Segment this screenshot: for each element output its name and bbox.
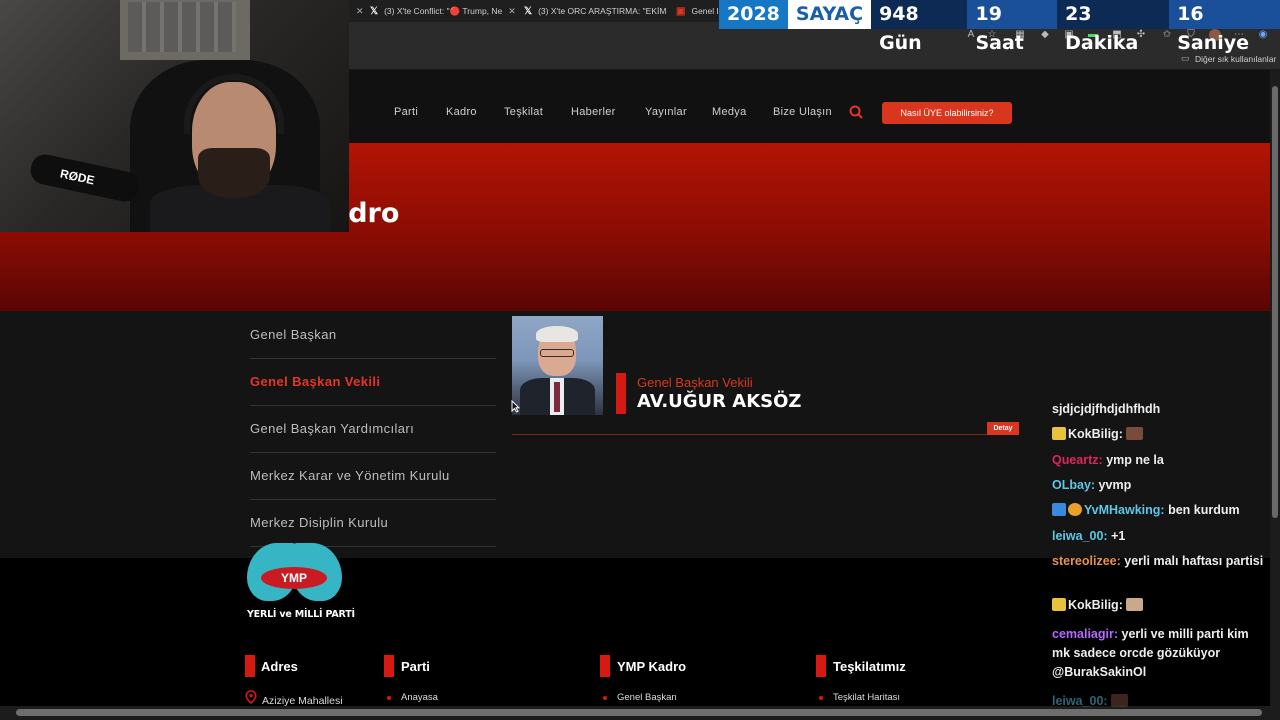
nav-item-medya[interactable]: Medya [712,106,747,118]
x-logo-icon: 𝕏 [370,5,379,17]
member-name[interactable]: AV.UĞUR AKSÖZ [637,391,802,412]
emote-icon [1126,598,1144,611]
sidebar-item-genel-baskan-vekili[interactable]: Genel Başkan Vekili [250,359,496,406]
chat-user: leiwa_00: [1052,529,1108,543]
badge-icon [1068,503,1082,516]
detail-button[interactable]: Detay [987,422,1019,435]
chat-message: leiwa_00: [1052,692,1267,711]
footer-accent-bar [600,655,610,677]
chat-text: sjdjcjdjfhdjdhfhdh [1052,402,1161,416]
footer-title-adres: Adres [261,659,298,674]
footer-accent-bar [816,655,826,677]
badge-icon [1052,503,1066,516]
chat-message: cemaliagir: yerli ve milli parti kim mk … [1052,625,1267,682]
site-favicon-icon: ▣ [676,5,686,17]
chat-user: Queartz: [1052,453,1103,467]
footer-accent-bar [245,655,255,677]
name-accent-bar [616,373,626,414]
chat-text: yvmp [1098,478,1132,492]
tab-title: (3) X'te ORC ARAŞTIRMA: "EKİM [538,6,667,16]
chat-message: YvMHawking: ben kurdum [1052,501,1267,520]
footer-title-parti: Parti [401,659,430,674]
footer-title-teskilatimiz: Teşkilatımız [833,659,906,674]
nav-item-haberler[interactable]: Haberler [571,106,616,118]
nav-item-bize-ulasin[interactable]: Bize Ulaşın [773,106,832,118]
footer-link-anayasa[interactable]: Anayasa [401,692,438,703]
tab-title: Genel B [691,6,718,16]
favorites-icon[interactable]: ✩ [1161,29,1173,41]
copilot-icon[interactable]: ◉ [1257,29,1269,41]
counter-seconds: 16 Saniye [1169,0,1280,54]
search-icon[interactable] [849,105,863,119]
member-role: Genel Başkan Vekili [637,375,753,390]
chat-text: ymp ne la [1106,453,1164,467]
tab-close-button[interactable]: ✕ [350,2,364,20]
counter-label: SAYAÇ [787,0,872,29]
chat-user: KokBilig: [1068,427,1123,441]
chat-user: OLbay: [1052,478,1096,492]
footer-title-ymp-kadro: YMP Kadro [617,659,687,674]
counter-hours: 19 Saat [967,0,1058,54]
nav-item-kadro[interactable]: Kadro [446,106,477,118]
badge-icon [1052,598,1066,611]
browser-tab[interactable]: 𝕏 (3) X'te ORC ARAŞTIRMA: "EKİM ✕ [524,2,670,20]
logo-badge: YMP [261,567,327,589]
emote-icon [1111,694,1129,707]
x-logo-icon: 𝕏 [524,5,533,17]
vertical-scrollbar-thumb[interactable] [1272,86,1278,518]
countdown-counter: 2028 SAYAÇ 948 Gün 19 Saat 23 Dakika 16 … [719,0,1280,54]
emote-icon [1126,427,1144,440]
counter-days: 948 Gün [879,3,922,54]
chat-user: stereolizee: [1052,554,1121,568]
chat-text: +1 [1111,529,1126,543]
bullet-icon [819,696,823,700]
nav-item-yayinlar[interactable]: Yayınlar [645,106,687,118]
browser-tab[interactable]: 𝕏 (3) X'te Conflict: "🔴 Trump, Ne ✕ [370,2,520,20]
tab-title: (3) X'te Conflict: "🔴 Trump, Ne [384,5,503,16]
chat-text: yerli malı haftası partisi [1124,554,1264,568]
chat-message: KokBilig: [1052,425,1267,444]
chat-message: leiwa_00: +1 [1052,527,1267,546]
location-pin-icon [245,690,257,704]
counter-year: 2028 [719,0,788,29]
chat-message: OLbay: yvmp [1052,476,1267,495]
footer-accent-bar [384,655,394,677]
bullet-icon [387,696,391,700]
logo-text: YERLİ ve MİLLİ PARTİ [247,609,355,620]
webcam-overlay: RØDE [0,0,349,232]
membership-cta-button[interactable]: Nasıl ÜYE olabilirsiniz? [882,102,1012,124]
chat-text: ben kurdum [1168,503,1240,517]
extension-icon[interactable]: ◆ [1039,29,1051,41]
sidebar-item-merkez-disiplin[interactable]: Merkez Disiplin Kurulu [250,500,496,547]
chat-message: KokBilig: [1052,596,1267,615]
chat-user: KokBilig: [1068,598,1123,612]
member-photo[interactable] [512,316,603,415]
nav-item-parti[interactable]: Parti [394,106,418,118]
divider [512,434,1019,435]
sidebar-item-merkez-karar[interactable]: Merkez Karar ve Yönetim Kurulu [250,453,496,500]
chat-user: cemaliagir: [1052,627,1119,641]
mouse-cursor-icon [511,400,520,413]
sidebar-item-genel-baskan[interactable]: Genel Başkan [250,312,496,359]
badge-icon [1052,427,1066,440]
sidebar-item-genel-baskan-yardimcilari[interactable]: Genel Başkan Yardımcıları [250,406,496,453]
chat-message: Queartz: ymp ne la [1052,451,1267,470]
bullet-icon [603,696,607,700]
nav-item-teskilat[interactable]: Teşkilat [504,106,543,118]
browser-tab-active[interactable]: ▣ Genel B [676,2,718,20]
chat-message: sjdjcjdjfhdjdhfhdh [1052,400,1267,419]
close-icon[interactable]: ✕ [508,6,516,17]
chat-user: leiwa_00: [1052,694,1108,708]
footer-link-genel-baskan[interactable]: Genel Başkan [617,692,677,703]
counter-minutes: 23 Dakika [1065,3,1139,54]
footer-link-teskilat-haritasi[interactable]: Teşkilat Haritası [833,692,900,703]
chat-user: YvMHawking: [1084,503,1165,517]
chat-message: stereolizee: yerli malı haftası partisi [1052,552,1267,571]
